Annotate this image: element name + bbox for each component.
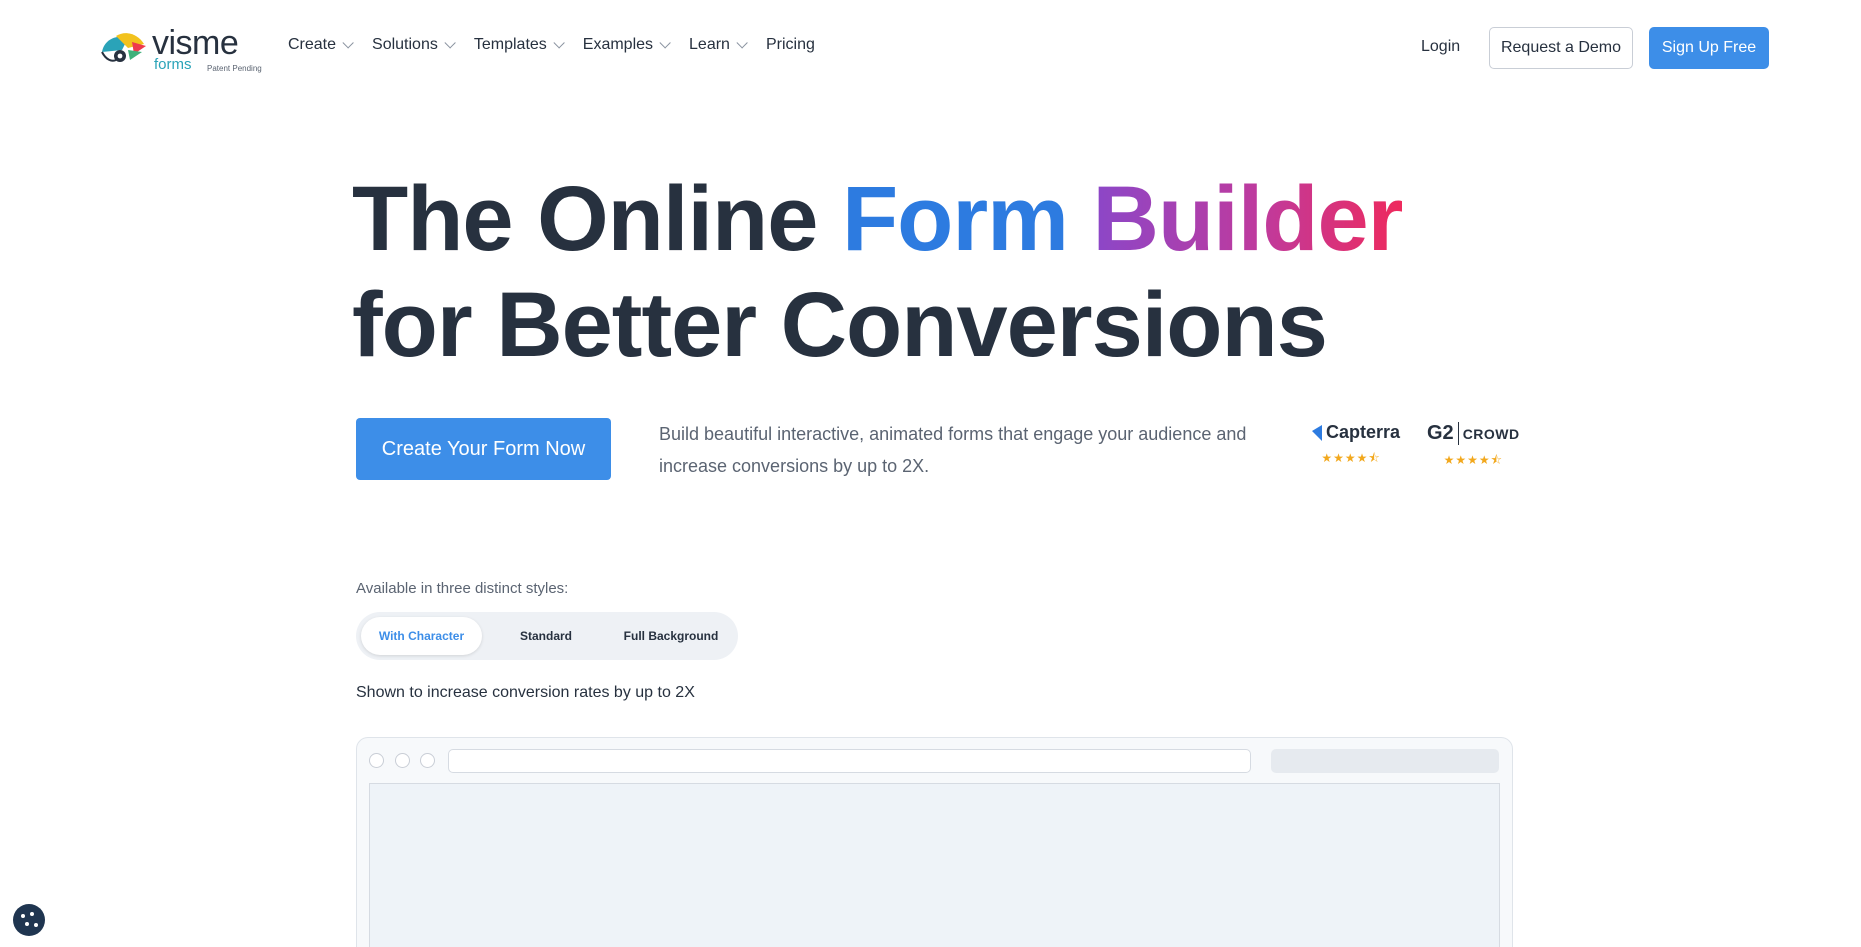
g2-crowd-name: CROWD — [1462, 425, 1520, 442]
preview-toolbar — [1271, 749, 1499, 773]
style-option-standard[interactable]: Standard — [490, 617, 602, 655]
g2-brand: G2 CROWD — [1427, 422, 1520, 445]
cookie-icon[interactable] — [13, 904, 45, 936]
capterra-name: Capterra — [1326, 422, 1401, 442]
menu-create-label: Create — [288, 36, 337, 53]
capterra-brand: Capterra — [1302, 422, 1400, 443]
chameleon-logo-icon — [101, 33, 146, 62]
chevron-down-icon — [444, 37, 456, 49]
conversion-note: Shown to increase conversion rates by up… — [356, 684, 695, 701]
capterra-logo-icon — [1302, 424, 1322, 441]
top-navigation: visme forms Patent Pending Create Soluti… — [0, 0, 1861, 96]
menu-learn-label: Learn — [689, 36, 730, 53]
sign-up-button[interactable]: Sign Up Free — [1649, 27, 1769, 69]
menu-solutions[interactable]: Solutions — [372, 36, 456, 54]
chevron-down-icon — [342, 37, 354, 49]
preview-url-bar — [448, 749, 1251, 773]
styles-label: Available in three distinct styles: — [356, 580, 569, 597]
create-form-button[interactable]: Create Your Form Now — [356, 418, 611, 480]
menu-templates-label: Templates — [473, 36, 547, 53]
logo-badge: Patent Pending — [207, 64, 262, 73]
menu-templates[interactable]: Templates — [473, 36, 565, 54]
menu-examples[interactable]: Examples — [582, 36, 671, 54]
hero-title-line2: for Better Conversions — [352, 274, 1328, 376]
window-dot-icon — [420, 753, 435, 768]
hero-title: The Online Form Builder for Better Conve… — [352, 166, 1404, 378]
hero-subtext: Build beautiful interactive, animated fo… — [659, 424, 1247, 476]
capterra-rating[interactable]: Capterra ★★★★⯪ — [1302, 422, 1400, 470]
request-demo-button[interactable]: Request a Demo — [1489, 27, 1633, 69]
style-toggle: With Character Standard Full Background — [356, 612, 738, 660]
hero-title-builder: Builder — [1092, 168, 1404, 270]
menu-solutions-label: Solutions — [372, 36, 438, 53]
menu-pricing-label: Pricing — [765, 36, 815, 53]
chevron-down-icon — [553, 37, 565, 49]
g2-logo-icon: G2 — [1427, 422, 1459, 445]
hero-title-part1: The Online — [352, 168, 842, 270]
preview-viewport — [369, 783, 1500, 947]
menu-create[interactable]: Create — [288, 36, 354, 54]
chevron-down-icon — [736, 37, 748, 49]
visme-forms-logo[interactable]: visme forms Patent Pending — [98, 24, 268, 78]
menu-learn[interactable]: Learn — [689, 36, 748, 54]
chevron-down-icon — [659, 37, 671, 49]
hero-title-form: Form — [841, 168, 1069, 270]
menu-examples-label: Examples — [582, 36, 654, 53]
style-option-with-character[interactable]: With Character — [361, 617, 482, 655]
capterra-stars: ★★★★⯪ — [1321, 451, 1381, 465]
window-dot-icon — [395, 753, 410, 768]
logo-product: forms — [154, 56, 192, 73]
menu-pricing[interactable]: Pricing — [766, 36, 815, 54]
browser-preview — [356, 737, 1513, 947]
g2-crowd-rating[interactable]: G2 CROWD ★★★★⯪ — [1427, 422, 1520, 472]
g2-stars: ★★★★⯪ — [1443, 453, 1504, 467]
login-link[interactable]: Login — [1421, 38, 1460, 56]
main-menu: Create Solutions Templates Examples Lear… — [288, 36, 837, 54]
style-option-full-background[interactable]: Full Background — [610, 617, 732, 655]
window-dot-icon — [369, 753, 384, 768]
